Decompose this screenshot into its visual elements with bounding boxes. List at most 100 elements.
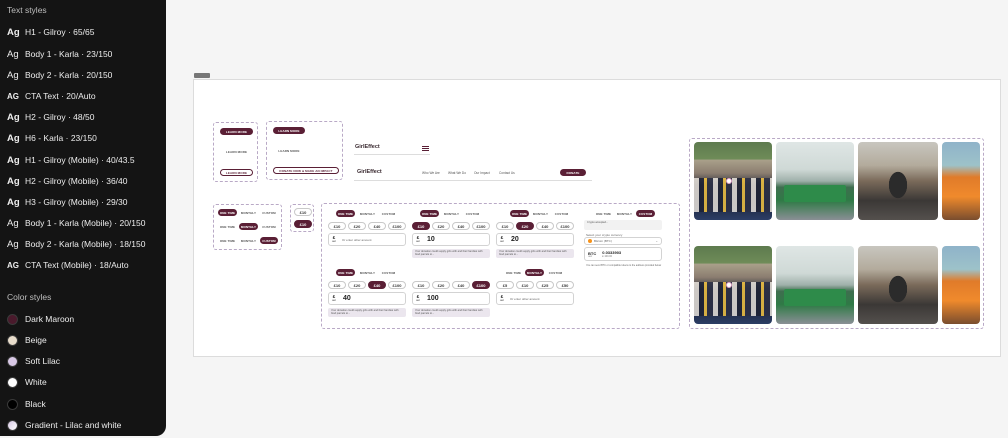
amount-chip[interactable]: £100 — [472, 222, 490, 230]
amount-input[interactable]: £ GBP Or enter other amount — [328, 233, 406, 246]
color-swatch — [7, 334, 18, 346]
amount-chip[interactable]: £5 — [496, 281, 514, 289]
text-style-row[interactable]: Ag H2 - Gilroy · 48/50 — [7, 108, 94, 126]
logo[interactable]: GirlEffect — [357, 169, 382, 175]
text-style-row[interactable]: Ag Body 2 - Karla (Mobile) · 18/150 — [7, 235, 145, 253]
amount-input[interactable]: £ GBP 10 — [412, 233, 490, 246]
frequency-option[interactable]: CUSTOM — [260, 209, 278, 216]
frequency-option[interactable]: CUSTOM — [379, 269, 398, 276]
amount-input[interactable]: £ GBP 40 — [328, 292, 406, 305]
frequency-option[interactable]: ONE TIME — [510, 210, 529, 217]
frequency-option[interactable]: CUSTOM — [636, 210, 655, 217]
learn-more-button[interactable]: LEARN MORE — [220, 128, 253, 135]
amount-chip[interactable]: £100 — [388, 281, 406, 289]
frequency-option[interactable]: MONTHLY — [531, 210, 550, 217]
frequency-option[interactable]: MONTHLY — [615, 210, 634, 217]
amount-chip[interactable]: £100 — [388, 222, 406, 230]
frequency-option[interactable]: MONTHLY — [525, 269, 544, 276]
frequency-option[interactable]: ONE TIME — [504, 269, 523, 276]
text-style-row[interactable]: Ag H3 - Gilroy (Mobile) · 29/30 — [7, 193, 128, 211]
frequency-option[interactable]: MONTHLY — [239, 237, 258, 244]
frequency-option[interactable]: ONE TIME — [218, 209, 237, 216]
crypto-code-block: BTC GBP — [585, 251, 596, 258]
color-style-row[interactable]: Beige — [7, 331, 47, 349]
amount-value: 40 — [343, 295, 351, 302]
frequency-option[interactable]: CUSTOM — [260, 237, 278, 244]
logo[interactable]: GirlEffect — [355, 144, 380, 150]
frequency-option[interactable]: CUSTOM — [379, 210, 398, 217]
donate-now-button[interactable]: DONATE NOW & MAKE AN IMPACT — [273, 167, 339, 174]
donate-button[interactable]: DONATE — [560, 169, 586, 176]
text-style-row[interactable]: Ag H6 - Karla · 23/150 — [7, 129, 97, 147]
amount-chip[interactable]: £100 — [472, 281, 490, 289]
frequency-option[interactable]: CUSTOM — [546, 269, 565, 276]
color-style-row[interactable]: Gradient - Lilac and white — [7, 416, 121, 434]
amount-chip[interactable]: £20 — [348, 222, 366, 230]
amount-chip[interactable]: £10 — [294, 208, 312, 216]
nav-link-our-impact[interactable]: Our Impact — [474, 171, 490, 175]
amount-chip[interactable]: £50 — [556, 281, 574, 289]
color-style-row[interactable]: Dark Maroon — [7, 310, 74, 328]
amount-chip[interactable]: £40 — [452, 222, 470, 230]
nav-link-what-we-do[interactable]: What We Do — [448, 171, 466, 175]
amount-chip[interactable]: £40 — [452, 281, 470, 289]
amount-chip[interactable]: £10 — [328, 281, 346, 289]
frequency-option[interactable]: CUSTOM — [260, 223, 278, 230]
text-style-row[interactable]: Ag Body 1 - Karla (Mobile) · 20/150 — [7, 214, 145, 232]
nav-link-who-we-are[interactable]: Who We Are — [422, 171, 440, 175]
amount-chip[interactable]: £10 — [328, 222, 346, 230]
amount-chip[interactable]: £20 — [432, 222, 450, 230]
amount-chip[interactable]: £20 — [516, 222, 534, 230]
frequency-option[interactable]: MONTHLY — [358, 210, 377, 217]
amount-chip[interactable]: £25 — [536, 281, 554, 289]
amount-chip[interactable]: £100 — [556, 222, 574, 230]
amount-chip[interactable]: £40 — [536, 222, 554, 230]
amount-input[interactable]: £ GBP Or enter other amount — [496, 292, 574, 305]
color-style-row[interactable]: White — [7, 373, 47, 391]
learn-more-button[interactable]: LEARN MORE — [220, 169, 253, 176]
amount-input[interactable]: £ GBP 20 — [496, 233, 574, 246]
amount-chip[interactable]: £40 — [368, 281, 386, 289]
chevron-down-icon[interactable]: ⌄ — [655, 239, 661, 243]
amount-chip[interactable]: £10 — [516, 281, 534, 289]
learn-more-button[interactable]: LEARN MORE — [273, 147, 305, 154]
amount-chip[interactable]: £10 — [412, 222, 430, 230]
frequency-option[interactable]: CUSTOM — [552, 210, 571, 217]
frequency-option[interactable]: MONTHLY — [358, 269, 377, 276]
amount-chip[interactable]: £40 — [368, 222, 386, 230]
amount-input[interactable]: £ GBP 100 — [412, 292, 490, 305]
frame-label[interactable] — [194, 73, 210, 78]
frequency-option[interactable]: MONTHLY — [442, 210, 461, 217]
nav-link-contact-us[interactable]: Contact Us — [499, 171, 515, 175]
crypto-heading: Crypto accepted... — [584, 220, 662, 230]
amount-chip[interactable]: £10 — [294, 220, 312, 228]
crypto-amount-input[interactable]: BTC GBP 0.0333903 £ 100.00 — [584, 247, 662, 261]
frequency-option[interactable]: ONE TIME — [594, 210, 613, 217]
text-style-label: Body 2 - Karla · 20/150 — [25, 70, 113, 80]
amount-chip[interactable]: £20 — [432, 281, 450, 289]
text-style-row[interactable]: Ag Body 2 - Karla · 20/150 — [7, 66, 112, 84]
frequency-option[interactable]: ONE TIME — [336, 269, 355, 276]
frequency-option[interactable]: CUSTOM — [463, 210, 482, 217]
learn-more-button[interactable]: LEARN MORE — [273, 127, 305, 134]
text-style-row[interactable]: AG CTA Text (Mobile) · 18/Auto — [7, 256, 129, 274]
frequency-option[interactable]: MONTHLY — [239, 209, 258, 216]
learn-more-button[interactable]: LEARN MORE — [220, 148, 253, 155]
color-style-row[interactable]: Black — [7, 395, 46, 413]
text-style-row[interactable]: Ag H2 - Gilroy (Mobile) · 36/40 — [7, 172, 128, 190]
frequency-option[interactable]: MONTHLY — [239, 223, 258, 230]
amount-chip[interactable]: £10 — [496, 222, 514, 230]
text-style-row[interactable]: Ag Body 1 - Karla · 23/150 — [7, 45, 112, 63]
crypto-select[interactable]: Bitcoin (BTC) ⌄ — [584, 237, 662, 245]
frequency-option[interactable]: ONE TIME — [336, 210, 355, 217]
menu-icon[interactable] — [422, 146, 429, 151]
text-style-row[interactable]: Ag H1 - Gilroy · 65/65 — [7, 23, 94, 41]
frequency-option[interactable]: ONE TIME — [218, 237, 237, 244]
amount-chip[interactable]: £10 — [412, 281, 430, 289]
color-style-row[interactable]: Soft Lilac — [7, 352, 60, 370]
amount-chip[interactable]: £20 — [348, 281, 366, 289]
text-style-row[interactable]: AG CTA Text · 20/Auto — [7, 87, 96, 105]
frequency-option[interactable]: ONE TIME — [218, 223, 237, 230]
text-style-row[interactable]: Ag H1 - Gilroy (Mobile) · 40/43.5 — [7, 151, 135, 169]
frequency-option[interactable]: ONE TIME — [420, 210, 439, 217]
